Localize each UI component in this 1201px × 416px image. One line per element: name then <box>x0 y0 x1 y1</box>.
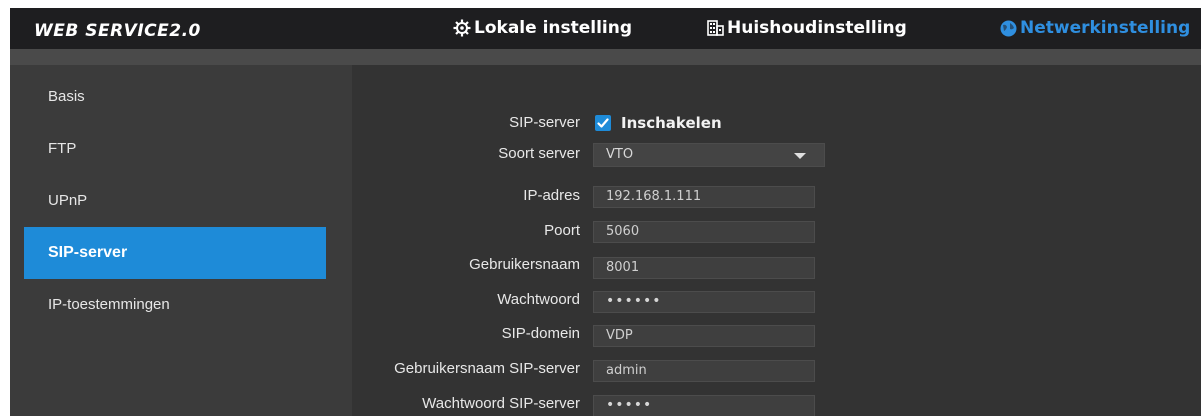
building-icon <box>707 20 724 36</box>
port-label: Poort <box>544 222 580 239</box>
password-label: Wachtwoord <box>497 291 580 308</box>
sip-server-username-label: Gebruikersnaam SIP-server <box>394 360 580 377</box>
sidebar-item-ftp[interactable]: FTP <box>24 122 326 174</box>
sidebar-item-label: UPnP <box>48 191 88 209</box>
enable-checkbox-label: Inschakelen <box>621 114 722 132</box>
tab-label: Lokale instelling <box>474 18 633 38</box>
sip-server-password-label: Wachtwoord SIP-server <box>422 395 580 412</box>
checkmark-icon <box>597 118 609 128</box>
sidebar-item-label: IP-toestemmingen <box>48 295 170 313</box>
tab-label: Huishoudinstelling <box>727 18 907 38</box>
password-input[interactable]: •••••• <box>593 291 815 313</box>
ip-address-label: IP-adres <box>523 187 580 204</box>
sidebar-item-sip-server[interactable]: SIP-server <box>24 227 326 279</box>
sip-domain-label: SIP-domein <box>501 325 580 342</box>
sip-server-username-input[interactable]: admin <box>593 360 815 382</box>
server-type-label: Soort server <box>498 145 580 162</box>
globe-icon <box>1000 20 1017 36</box>
sidebar-item-label: FTP <box>48 139 77 157</box>
port-input[interactable]: 5060 <box>593 221 815 243</box>
sip-server-enable-checkbox[interactable] <box>595 115 611 131</box>
gear-icon <box>453 19 471 37</box>
app-logo: WEB SERVICE2.0 <box>34 21 201 41</box>
tab-label: Netwerkinstelling <box>1020 18 1191 38</box>
chevron-down-icon <box>794 153 806 159</box>
sub-header-strip <box>10 49 1201 65</box>
server-type-select[interactable]: VTO <box>593 143 825 167</box>
sip-domain-input[interactable]: VDP <box>593 325 815 347</box>
sidebar-item-label: SIP-server <box>48 244 128 261</box>
sidebar-item-label: Basis <box>48 87 85 105</box>
tab-household-settings[interactable]: Huishoudinstelling <box>707 16 907 40</box>
tab-local-settings[interactable]: Lokale instelling <box>453 16 632 40</box>
sidebar-item-basis[interactable]: Basis <box>24 70 326 122</box>
username-input[interactable]: 8001 <box>593 257 815 279</box>
top-navigation-bar: WEB SERVICE2.0 Lokale instelling Huishou… <box>10 8 1201 49</box>
app-window: WEB SERVICE2.0 Lokale instelling Huishou… <box>10 8 1201 416</box>
username-label: Gebruikersnaam <box>469 256 580 273</box>
tab-network-settings[interactable]: Netwerkinstelling <box>1000 16 1190 40</box>
sip-server-label: SIP-server <box>509 114 580 131</box>
ip-address-input[interactable]: 192.168.1.111 <box>593 186 815 208</box>
sidebar-item-upnp[interactable]: UPnP <box>24 174 326 226</box>
sidebar-item-ip-permissions[interactable]: IP-toestemmingen <box>24 278 326 330</box>
server-type-value: VTO <box>606 147 634 162</box>
sip-server-password-input[interactable]: ••••• <box>593 395 815 416</box>
